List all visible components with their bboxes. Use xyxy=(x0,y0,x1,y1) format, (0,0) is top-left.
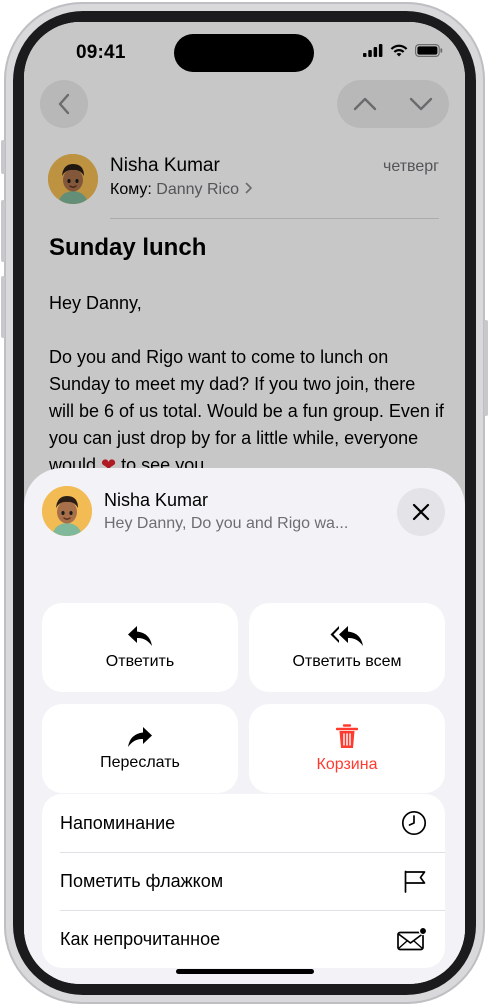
trash-label: Корзина xyxy=(316,755,378,773)
trash-icon xyxy=(336,723,358,748)
mark-unread-item[interactable]: Как непрочитанное xyxy=(42,910,445,968)
reply-button[interactable]: Ответить xyxy=(42,603,238,692)
sheet-sender-avatar xyxy=(42,486,92,536)
sheet-message-preview: Hey Danny, Do you and Rigo wa... xyxy=(104,515,349,532)
screen: 09:41 Nisha Kumar Кому: Danny Rico четве… xyxy=(24,22,465,984)
flag-icon xyxy=(404,870,426,893)
reply-label: Ответить xyxy=(105,652,175,670)
home-indicator[interactable] xyxy=(176,969,314,974)
volume-down-button xyxy=(1,276,5,338)
envelope-unread-icon xyxy=(397,927,427,951)
close-icon xyxy=(412,503,430,521)
side-button xyxy=(484,320,488,416)
mute-switch xyxy=(1,140,5,174)
forward-icon xyxy=(128,726,152,747)
mark-unread-label: Как непрочитанное xyxy=(60,928,221,949)
reply-icon xyxy=(128,625,152,646)
close-button[interactable] xyxy=(397,488,445,536)
trash-button[interactable]: Корзина xyxy=(249,704,445,793)
action-sheet: Nisha Kumar Hey Danny, Do you and Rigo w… xyxy=(24,468,465,984)
remind-me-item[interactable]: Напоминание xyxy=(42,794,445,852)
volume-up-button xyxy=(1,200,5,262)
reply-all-button[interactable]: Ответить всем xyxy=(249,603,445,692)
reply-all-icon xyxy=(330,625,363,646)
remind-me-label: Напоминание xyxy=(60,812,176,833)
flag-item[interactable]: Пометить флажком xyxy=(42,852,445,910)
flag-label: Пометить флажком xyxy=(60,870,224,891)
clock-icon xyxy=(401,810,427,836)
more-actions-list: Напоминание Пометить флажком Как непрочи… xyxy=(42,794,445,968)
sheet-sender-name: Nisha Kumar xyxy=(104,490,209,510)
forward-button[interactable]: Переслать xyxy=(42,704,238,793)
forward-label: Переслать xyxy=(100,753,180,771)
reply-all-label: Ответить всем xyxy=(292,652,402,670)
